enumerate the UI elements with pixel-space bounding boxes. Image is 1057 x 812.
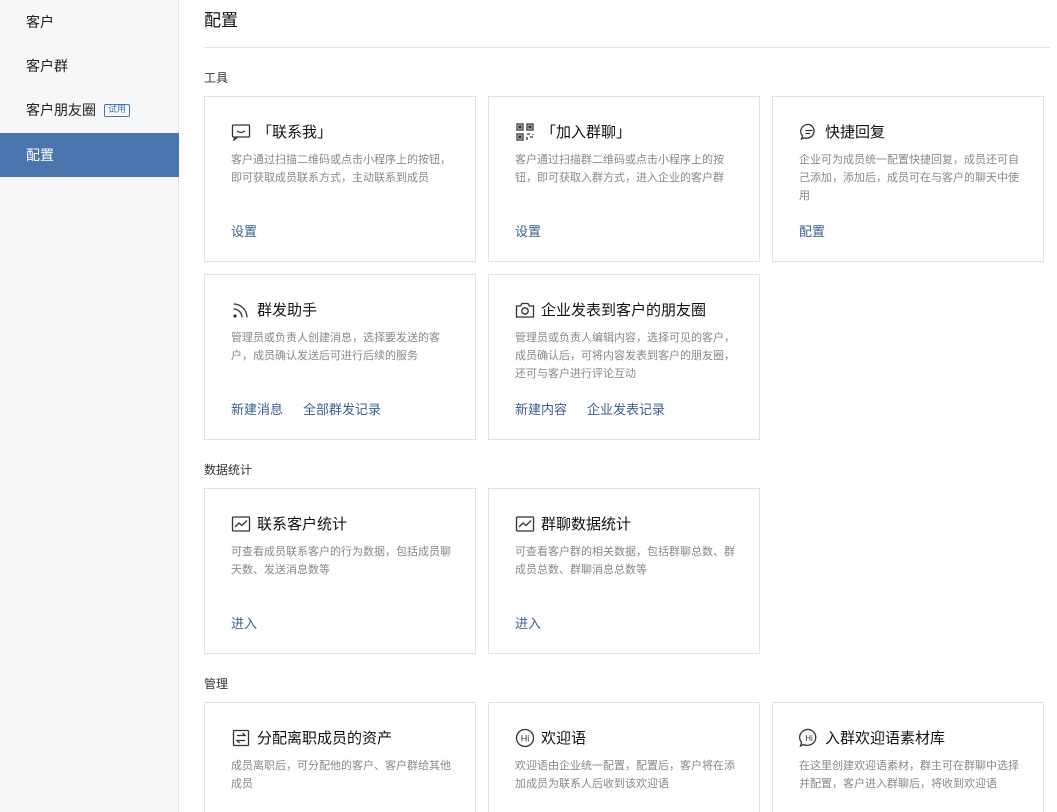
camera-icon xyxy=(515,300,535,320)
section-title-stats: 数据统计 xyxy=(204,463,253,477)
card-quick-reply: 快捷回复 企业可为成员统一配置快捷回复，成员还可自己添加，添加后，成员可在与客户… xyxy=(772,96,1044,262)
card-group-stats: 群聊数据统计 可查看客户群的相关数据，包括群聊总数、群成员总数、群聊消息总数等 … xyxy=(488,488,760,654)
sidebar-item-customer-groups[interactable]: 客户群 xyxy=(0,44,179,88)
main-content: 配置 工具 「联系我」 客户通过扫描二维码或点击小程序上的按钮，即可获取成员联系… xyxy=(179,0,1057,812)
card-title: 群发助手 xyxy=(257,301,318,319)
card-description: 可查看成员联系客户的行为数据，包括成员聊天数、发送消息数等 xyxy=(231,545,451,576)
card-description: 可查看客户群的相关数据，包括群聊总数、群成员总数、群聊消息总数等 xyxy=(515,545,735,576)
transfer-icon xyxy=(231,728,251,748)
sidebar-item-config[interactable]: 配置 xyxy=(0,133,179,177)
enter-link[interactable]: 进入 xyxy=(231,613,257,632)
sidebar-item-moments[interactable]: 客户朋友圈 试用 xyxy=(0,88,179,132)
card-join-group: 「加入群聊」 客户通过扫描群二维码或点击小程序上的按钮，即可获取入群方式，进入企… xyxy=(488,96,760,262)
card-title: 企业发表到客户的朋友圈 xyxy=(541,301,707,319)
card-description: 成员离职后，可分配他的客户、客户群给其他成员 xyxy=(231,759,451,790)
card-title: 「加入群聊」 xyxy=(541,123,632,141)
card-contact-stats: 联系客户统计 可查看成员联系客户的行为数据，包括成员聊天数、发送消息数等 进入 xyxy=(204,488,476,654)
card-description: 客户通过扫描二维码或点击小程序上的按钮，即可获取成员联系方式，主动联系到成员 xyxy=(231,153,451,184)
sidebar: 客户 客户群 客户朋友圈 试用 配置 xyxy=(0,0,179,812)
sidebar-item-label: 客户群 xyxy=(26,59,68,75)
broadcast-icon xyxy=(231,300,251,320)
card-mass-messaging: 群发助手 管理员或负责人创建消息，选择要发送的客户，成员确认发送后可进行后续的服… xyxy=(204,274,476,440)
hi-chat-icon: Hi xyxy=(799,728,819,748)
chat-bubble-icon xyxy=(799,122,819,142)
settings-link[interactable]: 设置 xyxy=(515,221,541,240)
card-assign-assets: 分配离职成员的资产 成员离职后，可分配他的客户、客户群给其他成员 xyxy=(204,702,476,812)
card-title: 群聊数据统计 xyxy=(541,515,632,533)
trial-badge: 试用 xyxy=(104,103,131,117)
svg-text:Hi: Hi xyxy=(805,734,813,743)
card-title: 分配离职成员的资产 xyxy=(257,729,393,747)
divider xyxy=(204,47,1050,48)
configure-link[interactable]: 配置 xyxy=(799,221,825,240)
message-square-icon xyxy=(231,122,251,142)
enter-link[interactable]: 进入 xyxy=(515,613,541,632)
card-description: 客户通过扫描群二维码或点击小程序上的按钮，即可获取入群方式，进入企业的客户群 xyxy=(515,153,724,184)
card-description: 企业可为成员统一配置快捷回复，成员还可自己添加，添加后，成员可在与客户的聊天中使… xyxy=(799,153,1019,202)
qr-code-icon xyxy=(515,122,535,142)
sidebar-item-label: 客户 xyxy=(26,15,54,31)
section-title-tools: 工具 xyxy=(204,71,229,85)
enterprise-post-records-link[interactable]: 企业发表记录 xyxy=(587,399,665,418)
card-title: 联系客户统计 xyxy=(257,515,348,533)
settings-link[interactable]: 设置 xyxy=(231,221,257,240)
card-description: 欢迎语由企业统一配置，配置后，客户将在添加成员为联系人后收到该欢迎语 xyxy=(515,759,735,790)
sidebar-item-label: 配置 xyxy=(26,148,54,164)
line-chart-icon xyxy=(515,514,535,534)
card-enterprise-moments: 企业发表到客户的朋友圈 管理员或负责人编辑内容，选择可见的客户，成员确认后，可将… xyxy=(488,274,760,440)
card-title: 欢迎语 xyxy=(541,729,587,747)
sidebar-item-customers[interactable]: 客户 xyxy=(0,0,179,44)
hi-icon: Hi xyxy=(515,728,535,748)
card-description: 管理员或负责人创建消息，选择要发送的客户，成员确认发送后可进行后续的服务 xyxy=(231,331,440,362)
card-title: 「联系我」 xyxy=(257,123,333,141)
card-contact-me: 「联系我」 客户通过扫描二维码或点击小程序上的按钮，即可获取成员联系方式，主动联… xyxy=(204,96,476,262)
line-chart-icon xyxy=(231,514,251,534)
card-description: 管理员或负责人编辑内容，选择可见的客户，成员确认后，可将内容发表到客户的朋友圈，… xyxy=(515,331,735,380)
sidebar-item-label: 客户朋友圈 xyxy=(26,103,96,119)
new-message-link[interactable]: 新建消息 xyxy=(231,399,283,418)
all-mass-records-link[interactable]: 全部群发记录 xyxy=(303,399,381,418)
card-title: 快捷回复 xyxy=(825,123,886,141)
card-group-welcome-library: Hi 入群欢迎语素材库 在这里创建欢迎语素材，群主可在群聊中选择并配置，客户进入… xyxy=(772,702,1044,812)
section-title-manage: 管理 xyxy=(204,677,229,691)
svg-text:Hi: Hi xyxy=(521,733,530,743)
card-description: 在这里创建欢迎语素材，群主可在群聊中选择并配置，客户进入群聊后，将收到欢迎语 xyxy=(799,759,1019,790)
new-content-link[interactable]: 新建内容 xyxy=(515,399,567,418)
card-welcome-message: Hi 欢迎语 欢迎语由企业统一配置，配置后，客户将在添加成员为联系人后收到该欢迎… xyxy=(488,702,760,812)
card-title: 入群欢迎语素材库 xyxy=(825,729,946,747)
page-title: 配置 xyxy=(204,11,238,31)
